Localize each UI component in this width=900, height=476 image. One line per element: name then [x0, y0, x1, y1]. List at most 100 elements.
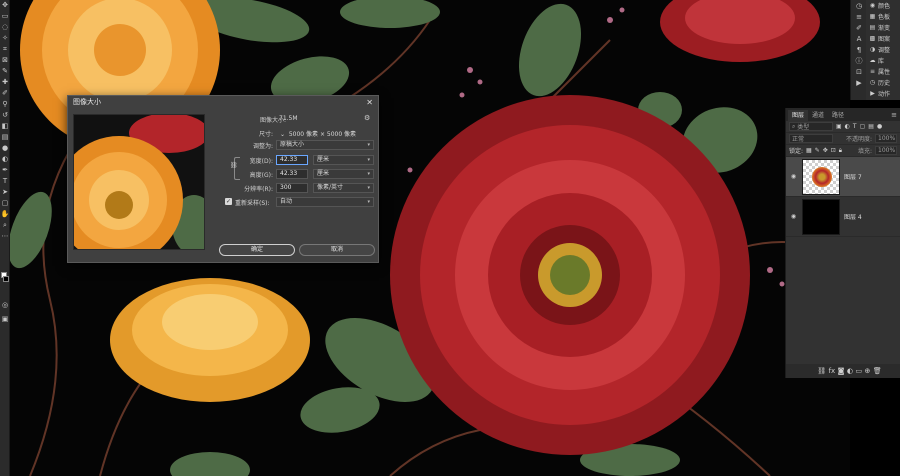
lock-artboard-icon[interactable]: ⊡ [831, 147, 836, 154]
settings-gear-icon[interactable]: ⚙ [364, 114, 370, 122]
image-size-value: 71.5M [279, 115, 298, 122]
resolution-input[interactable]: 300 [276, 183, 308, 193]
dock-item-properties[interactable]: ≡ 属性 [866, 66, 900, 77]
history-panel-icon[interactable]: ◷ [851, 0, 867, 11]
filter-adjustment-icon[interactable]: ◐ [845, 123, 850, 130]
fit-to-select[interactable]: 原稿大小 ▾ [276, 140, 374, 150]
layer-name[interactable]: 图层 4 [844, 212, 862, 221]
hand-tool-icon[interactable]: ✋ [0, 209, 10, 220]
dodge-tool-icon[interactable]: ◐ [0, 154, 10, 165]
visibility-eye-icon[interactable]: ◉ [789, 213, 798, 220]
brush-tool-icon[interactable]: ✐ [0, 88, 10, 99]
folder-icon[interactable]: ▭ [855, 367, 862, 375]
properties-icon: ≡ [869, 68, 876, 75]
move-tool-icon[interactable]: ✥ [0, 0, 10, 11]
blur-tool-icon[interactable]: ● [0, 143, 10, 154]
fit-to-label: 调整为: [252, 143, 273, 150]
gradient-tool-icon[interactable]: ▤ [0, 132, 10, 143]
path-selection-tool-icon[interactable]: ➤ [0, 187, 10, 198]
dock-item-swatches[interactable]: ▦ 色板 [866, 11, 900, 22]
navigator-panel-icon[interactable]: ⊡ [851, 66, 867, 77]
healing-brush-tool-icon[interactable]: ✚ [0, 77, 10, 88]
resample-checkbox[interactable]: ✓ [225, 198, 232, 205]
properties-panel-icon[interactable]: ≡ [851, 11, 867, 22]
filter-type-icon[interactable]: T [853, 123, 857, 130]
paragraph-panel-icon[interactable]: ¶ [851, 44, 867, 55]
filter-shape-icon[interactable]: ▢ [860, 123, 866, 130]
ok-button[interactable]: 确定 [219, 244, 295, 256]
screen-mode-icon[interactable]: ▣ [0, 314, 10, 325]
layer-thumbnail [802, 198, 840, 235]
pen-tool-icon[interactable]: ✒ [0, 165, 10, 176]
dialog-titlebar[interactable]: 图像大小 ✕ [68, 96, 378, 108]
history-brush-tool-icon[interactable]: ↺ [0, 110, 10, 121]
resolution-label: 分辨率(R): [244, 186, 273, 193]
info-panel-icon[interactable]: ⓘ [851, 55, 867, 66]
dock-item-libraries[interactable]: ☁ 库 [866, 55, 900, 66]
panel-menu-icon[interactable]: ≡ [891, 110, 900, 121]
filter-toggle-icon[interactable]: ● [877, 123, 882, 130]
lasso-tool-icon[interactable]: ◌ [0, 22, 10, 33]
height-input[interactable]: 42.33 [276, 169, 308, 179]
lock-position-icon[interactable]: ✥ [823, 147, 828, 154]
width-input[interactable]: 42.33 [276, 155, 308, 165]
new-layer-icon[interactable]: ⊕ [865, 367, 871, 375]
layer-row[interactable]: ◉ 图层 7 [786, 157, 900, 197]
dock-item-actions[interactable]: ▶ 动作 [866, 88, 900, 99]
actions-panel-icon[interactable]: ▶ [851, 77, 867, 88]
mask-icon[interactable]: ◙ [838, 367, 845, 375]
quick-mask-icon[interactable]: ◎ [0, 300, 10, 311]
layer-filter-select[interactable]: ⌕ 类型 [789, 122, 833, 131]
clone-stamp-tool-icon[interactable]: ⚲ [0, 99, 10, 110]
layers-panel-footer: ⛓ fx ◙ ◐ ▭ ⊕ 🗑︎ [786, 364, 900, 378]
lock-all-icon[interactable]: 🔒︎ [839, 147, 842, 155]
eraser-tool-icon[interactable]: ◧ [0, 121, 10, 132]
zoom-tool-icon[interactable]: ⌕ [0, 220, 10, 231]
dock-item-patterns[interactable]: ▩ 图案 [866, 33, 900, 44]
chevron-down-icon: ▾ [367, 185, 370, 191]
dock-item-history[interactable]: ◷ 历史 [866, 77, 900, 88]
resample-method-select[interactable]: 自动 ▾ [276, 197, 374, 207]
frame-tool-icon[interactable]: ⊠ [0, 55, 10, 66]
type-tool-icon[interactable]: T [0, 176, 10, 187]
image-preview[interactable] [73, 114, 205, 250]
height-unit-select[interactable]: 厘米 ▾ [313, 169, 374, 179]
eyedropper-tool-icon[interactable]: ✎ [0, 66, 10, 77]
layer-row[interactable]: ◉ 图层 4 [786, 197, 900, 237]
dock-item-adjustments[interactable]: ◑ 调整 [866, 44, 900, 55]
lock-image-icon[interactable]: ✎ [815, 147, 820, 154]
character-panel-icon[interactable]: A [851, 33, 867, 44]
crop-tool-icon[interactable]: ⌗ [0, 44, 10, 55]
marquee-tool-icon[interactable]: ▭ [0, 11, 10, 22]
patterns-icon: ▩ [869, 35, 876, 42]
filter-smart-object-icon[interactable]: ▤ [868, 123, 874, 130]
width-unit-select[interactable]: 厘米 ▾ [313, 155, 374, 165]
adjustment-icon[interactable]: ◐ [847, 367, 853, 375]
dimensions-dropdown-icon[interactable]: ⌄ [280, 131, 285, 138]
magic-wand-tool-icon[interactable]: ✧ [0, 33, 10, 44]
link-icon[interactable]: ⛓ [817, 367, 826, 375]
background-color-swatch[interactable] [3, 276, 9, 282]
blend-mode-select[interactable]: 正常 [789, 134, 833, 143]
shape-tool-icon[interactable]: ▢ [0, 198, 10, 209]
resolution-unit-select[interactable]: 像素/英寸 ▾ [313, 183, 374, 193]
layer-name[interactable]: 图层 7 [844, 172, 862, 181]
more-tools-icon[interactable]: ⋯ [0, 231, 10, 242]
fill-input[interactable]: 100% [875, 146, 897, 155]
brush-panel-icon[interactable]: ✐ [851, 22, 867, 33]
cancel-button[interactable]: 取消 [299, 244, 375, 256]
trash-icon[interactable]: 🗑︎ [873, 367, 882, 375]
opacity-input[interactable]: 100% [875, 134, 897, 143]
dock-item-gradients[interactable]: ▤ 渐变 [866, 22, 900, 33]
tab-paths[interactable]: 路径 [828, 110, 848, 121]
close-icon[interactable]: ✕ [366, 98, 373, 107]
dock-item-color[interactable]: ◉ 颜色 [866, 0, 900, 11]
visibility-eye-icon[interactable]: ◉ [789, 173, 798, 180]
lock-transparent-icon[interactable]: ▦ [806, 147, 812, 154]
swatches-icon: ▦ [869, 13, 876, 20]
actions-icon: ▶ [870, 90, 875, 97]
fx-icon[interactable]: fx [829, 367, 836, 375]
tab-channels[interactable]: 通道 [808, 110, 828, 121]
filter-pixel-icon[interactable]: ▣ [836, 123, 842, 130]
tab-layers[interactable]: 图层 [788, 110, 809, 121]
